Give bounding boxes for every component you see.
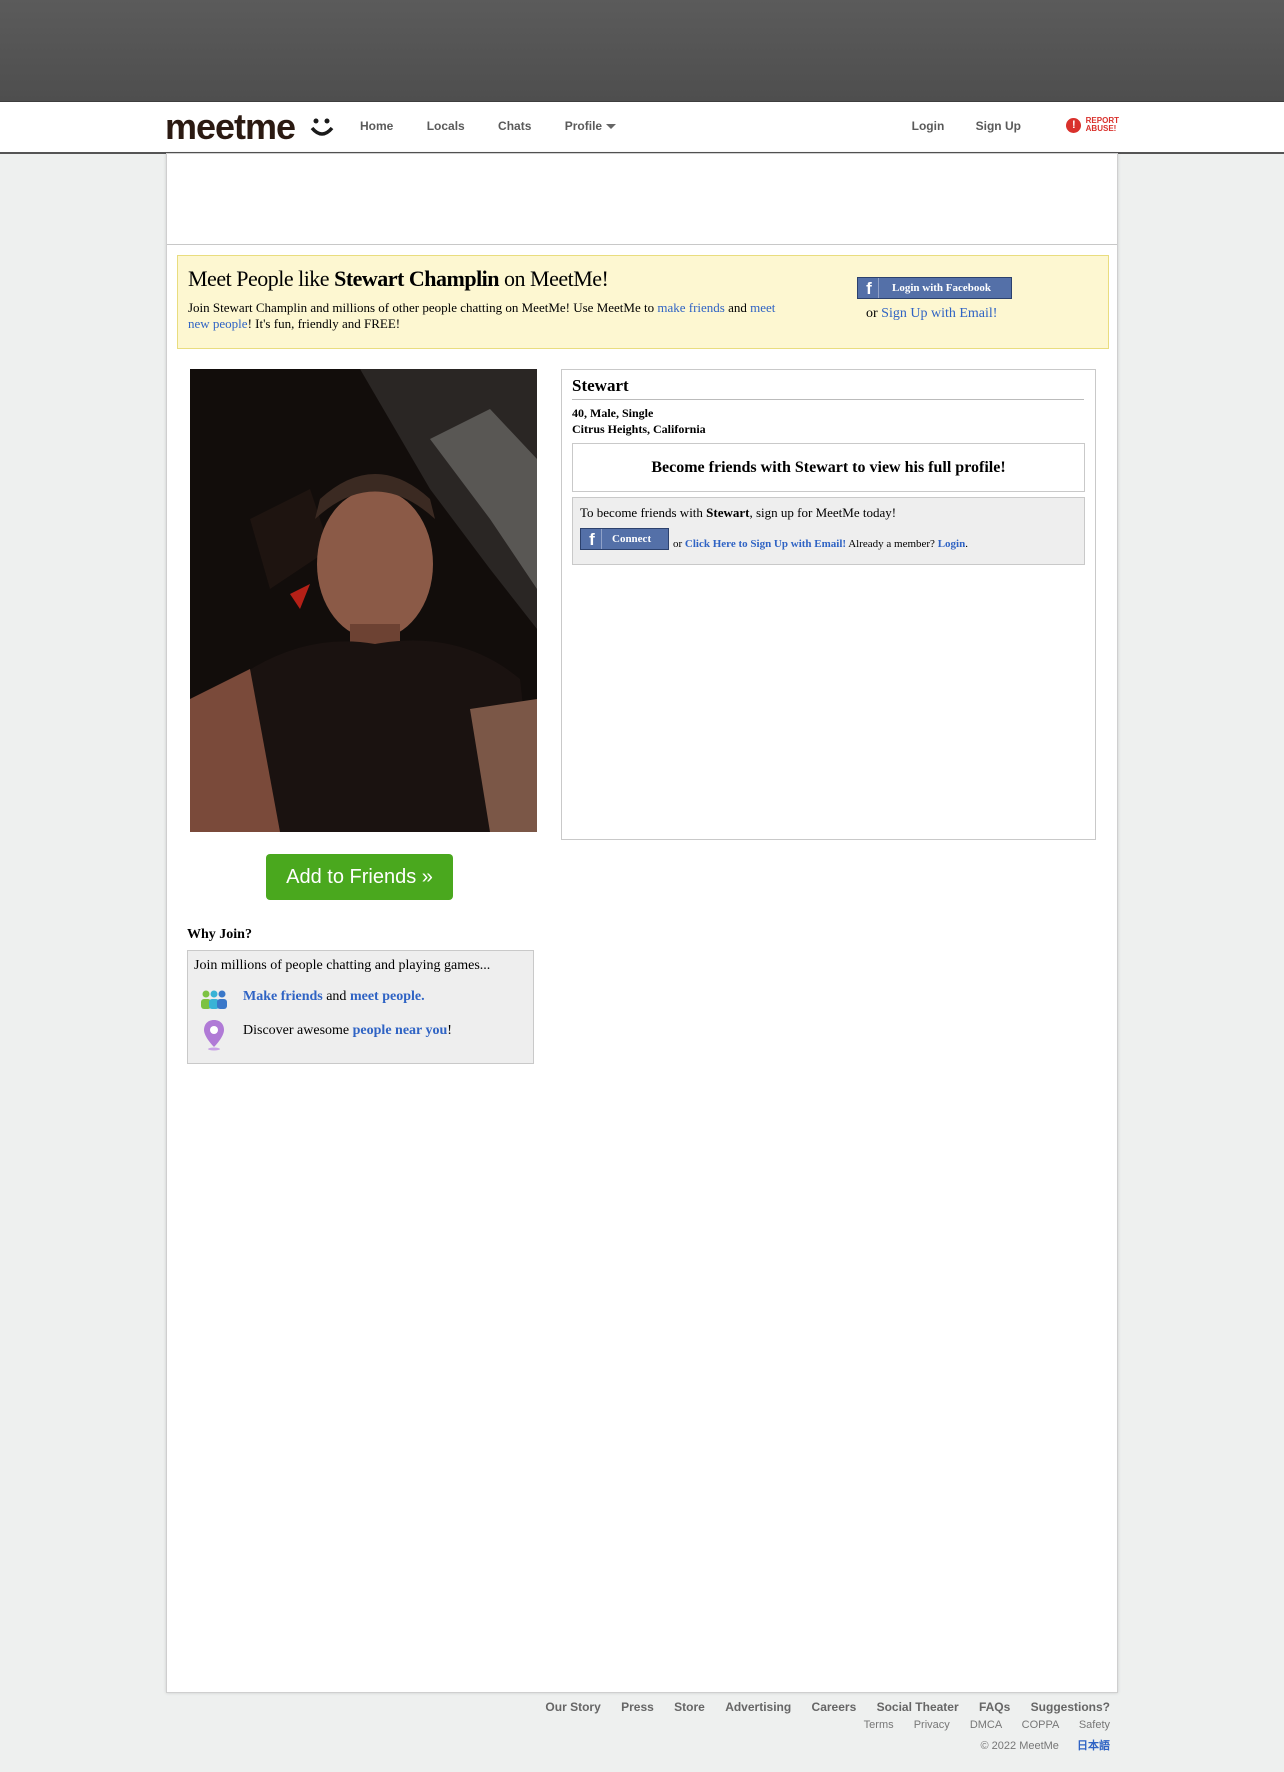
footer-legal-links: Terms Privacy DMCA COPPA Safety [847,1719,1110,1731]
profile-name: Stewart [572,376,629,395]
footer-store[interactable]: Store [674,1700,705,1714]
report-abuse-label: REPORT ABUSE! [1086,117,1119,133]
promo-desc-text2: and [724,300,751,315]
footer-press[interactable]: Press [621,1700,654,1714]
make-friends-feature-link[interactable]: Make friends [243,989,323,1004]
or-text: or [673,538,685,550]
why-join-row-friends: Make friends and meet people. [243,989,425,1005]
divider [572,399,1084,400]
row2-text: Discover awesome [243,1023,353,1038]
promo-banner: Meet People like Stewart Champlin on Mee… [177,255,1109,349]
signup-link[interactable]: Sign Up [976,119,1021,133]
period: . [965,538,968,550]
promo-desc-text3: ! It's fun, friendly and FREE! [247,316,401,331]
main-container: Meet People like Stewart Champlin on Mee… [166,153,1118,1693]
navbar: meetme Home Locals Chats Profile Login S… [0,102,1284,154]
main-nav: Home Locals Chats Profile [360,119,646,133]
ad-area [167,154,1117,245]
add-to-friends-button[interactable]: Add to Friends » [266,854,453,900]
promo-title: Meet People like Stewart Champlin on Mee… [188,266,609,292]
meet-people-feature-link[interactable]: meet people. [350,989,425,1004]
nav-locals[interactable]: Locals [427,119,465,133]
language-japanese-link[interactable]: 日本語 [1077,1740,1110,1752]
footer-social-theater[interactable]: Social Theater [877,1700,959,1714]
facebook-icon: f [860,278,879,298]
signup-with-email-link[interactable]: Sign Up with Email! [881,306,997,321]
report-line2: ABUSE! [1085,124,1117,133]
account-nav: Login Sign Up ! REPORT ABUSE! [884,117,1119,135]
facebook-connect-button[interactable]: f Connect [580,528,669,550]
people-near-you-link[interactable]: people near you [353,1023,448,1038]
copyright: © 2022 MeetMe [980,1740,1059,1752]
nav-profile[interactable]: Profile [564,119,617,133]
nav-chats[interactable]: Chats [498,119,531,133]
signup-with-email-link[interactable]: Click Here to Sign Up with Email! [685,538,846,550]
report-abuse-button[interactable]: ! REPORT ABUSE! [1038,117,1119,133]
signup-pre: To become friends with [580,505,707,520]
why-join-box: Join millions of people chatting and pla… [187,950,534,1064]
make-friends-link[interactable]: make friends [657,300,725,315]
connect-label: Connect [612,533,652,545]
why-join-intro: Join millions of people chatting and pla… [194,958,491,973]
footer-privacy[interactable]: Privacy [914,1719,950,1731]
alert-icon: ! [1066,117,1082,133]
promo-title-name: Stewart Champlin [334,266,500,291]
promo-title-suffix: on MeetMe! [499,266,609,291]
already-member-text: Already a member? [846,538,938,550]
chevron-down-icon [606,124,617,130]
footer-faqs[interactable]: FAQs [979,1700,1010,1714]
email-signup: or Sign Up with Email! [866,306,997,322]
footer-dmca[interactable]: DMCA [970,1719,1002,1731]
row1-and: and [322,989,350,1004]
profile-photo[interactable] [190,369,537,832]
promo-description: Join Stewart Champlin and millions of ot… [188,300,788,332]
nav-home[interactable]: Home [360,119,393,133]
login-link[interactable]: Login [912,119,945,133]
profile-photo-image [190,369,537,832]
signup-alternatives: or Click Here to Sign Up with Email! Alr… [673,538,968,550]
nav-profile-label: Profile [564,119,603,133]
or-text: or [866,306,882,321]
footer-suggestions[interactable]: Suggestions? [1031,1700,1110,1714]
footer-coppa[interactable]: COPPA [1022,1719,1059,1731]
become-friends-notice: Become friends with Stewart to view his … [572,443,1085,492]
footer-safety[interactable]: Safety [1079,1719,1110,1731]
footer-our-story[interactable]: Our Story [545,1700,600,1714]
signup-box: To become friends with Stewart, sign up … [572,497,1085,565]
smile-icon [310,118,334,136]
footer-copyright-row: © 2022 MeetMe 日本語 [981,1737,1111,1753]
people-icon [201,990,227,1009]
why-join-heading: Why Join? [187,927,252,942]
profile-age-gender-status: 40, Male, Single [572,406,654,420]
signup-prompt: To become friends with Stewart, sign up … [580,505,896,521]
promo-title-prefix: Meet People like [188,266,335,291]
profile-panel: Stewart 40, Male, Single Citrus Heights,… [561,369,1096,840]
facebook-icon: f [583,529,602,549]
facebook-login-label: Login with Facebook [892,282,992,294]
login-link[interactable]: Login [938,538,966,550]
signup-name: Stewart [706,505,750,520]
profile-stats: 40, Male, Single Citrus Heights, Califor… [572,405,706,437]
why-join-row-nearby: Discover awesome people near you! [243,1023,452,1039]
meetme-logo[interactable]: meetme [165,109,334,145]
row2-end: ! [447,1023,452,1038]
footer-careers[interactable]: Careers [812,1700,857,1714]
footer-links: Our Story Press Store Advertising Career… [528,1700,1110,1714]
promo-desc-text1: Join Stewart Champlin and millions of ot… [188,300,658,315]
signup-post: , sign up for MeetMe today! [749,505,897,520]
logo-text: meetme [165,106,296,147]
footer-advertising[interactable]: Advertising [725,1700,791,1714]
profile-location: Citrus Heights, California [572,422,706,436]
footer-terms[interactable]: Terms [864,1719,894,1731]
login-with-facebook-button[interactable]: f Login with Facebook [857,277,1012,299]
location-pin-icon [204,1020,224,1051]
top-ad-banner [0,0,1284,102]
